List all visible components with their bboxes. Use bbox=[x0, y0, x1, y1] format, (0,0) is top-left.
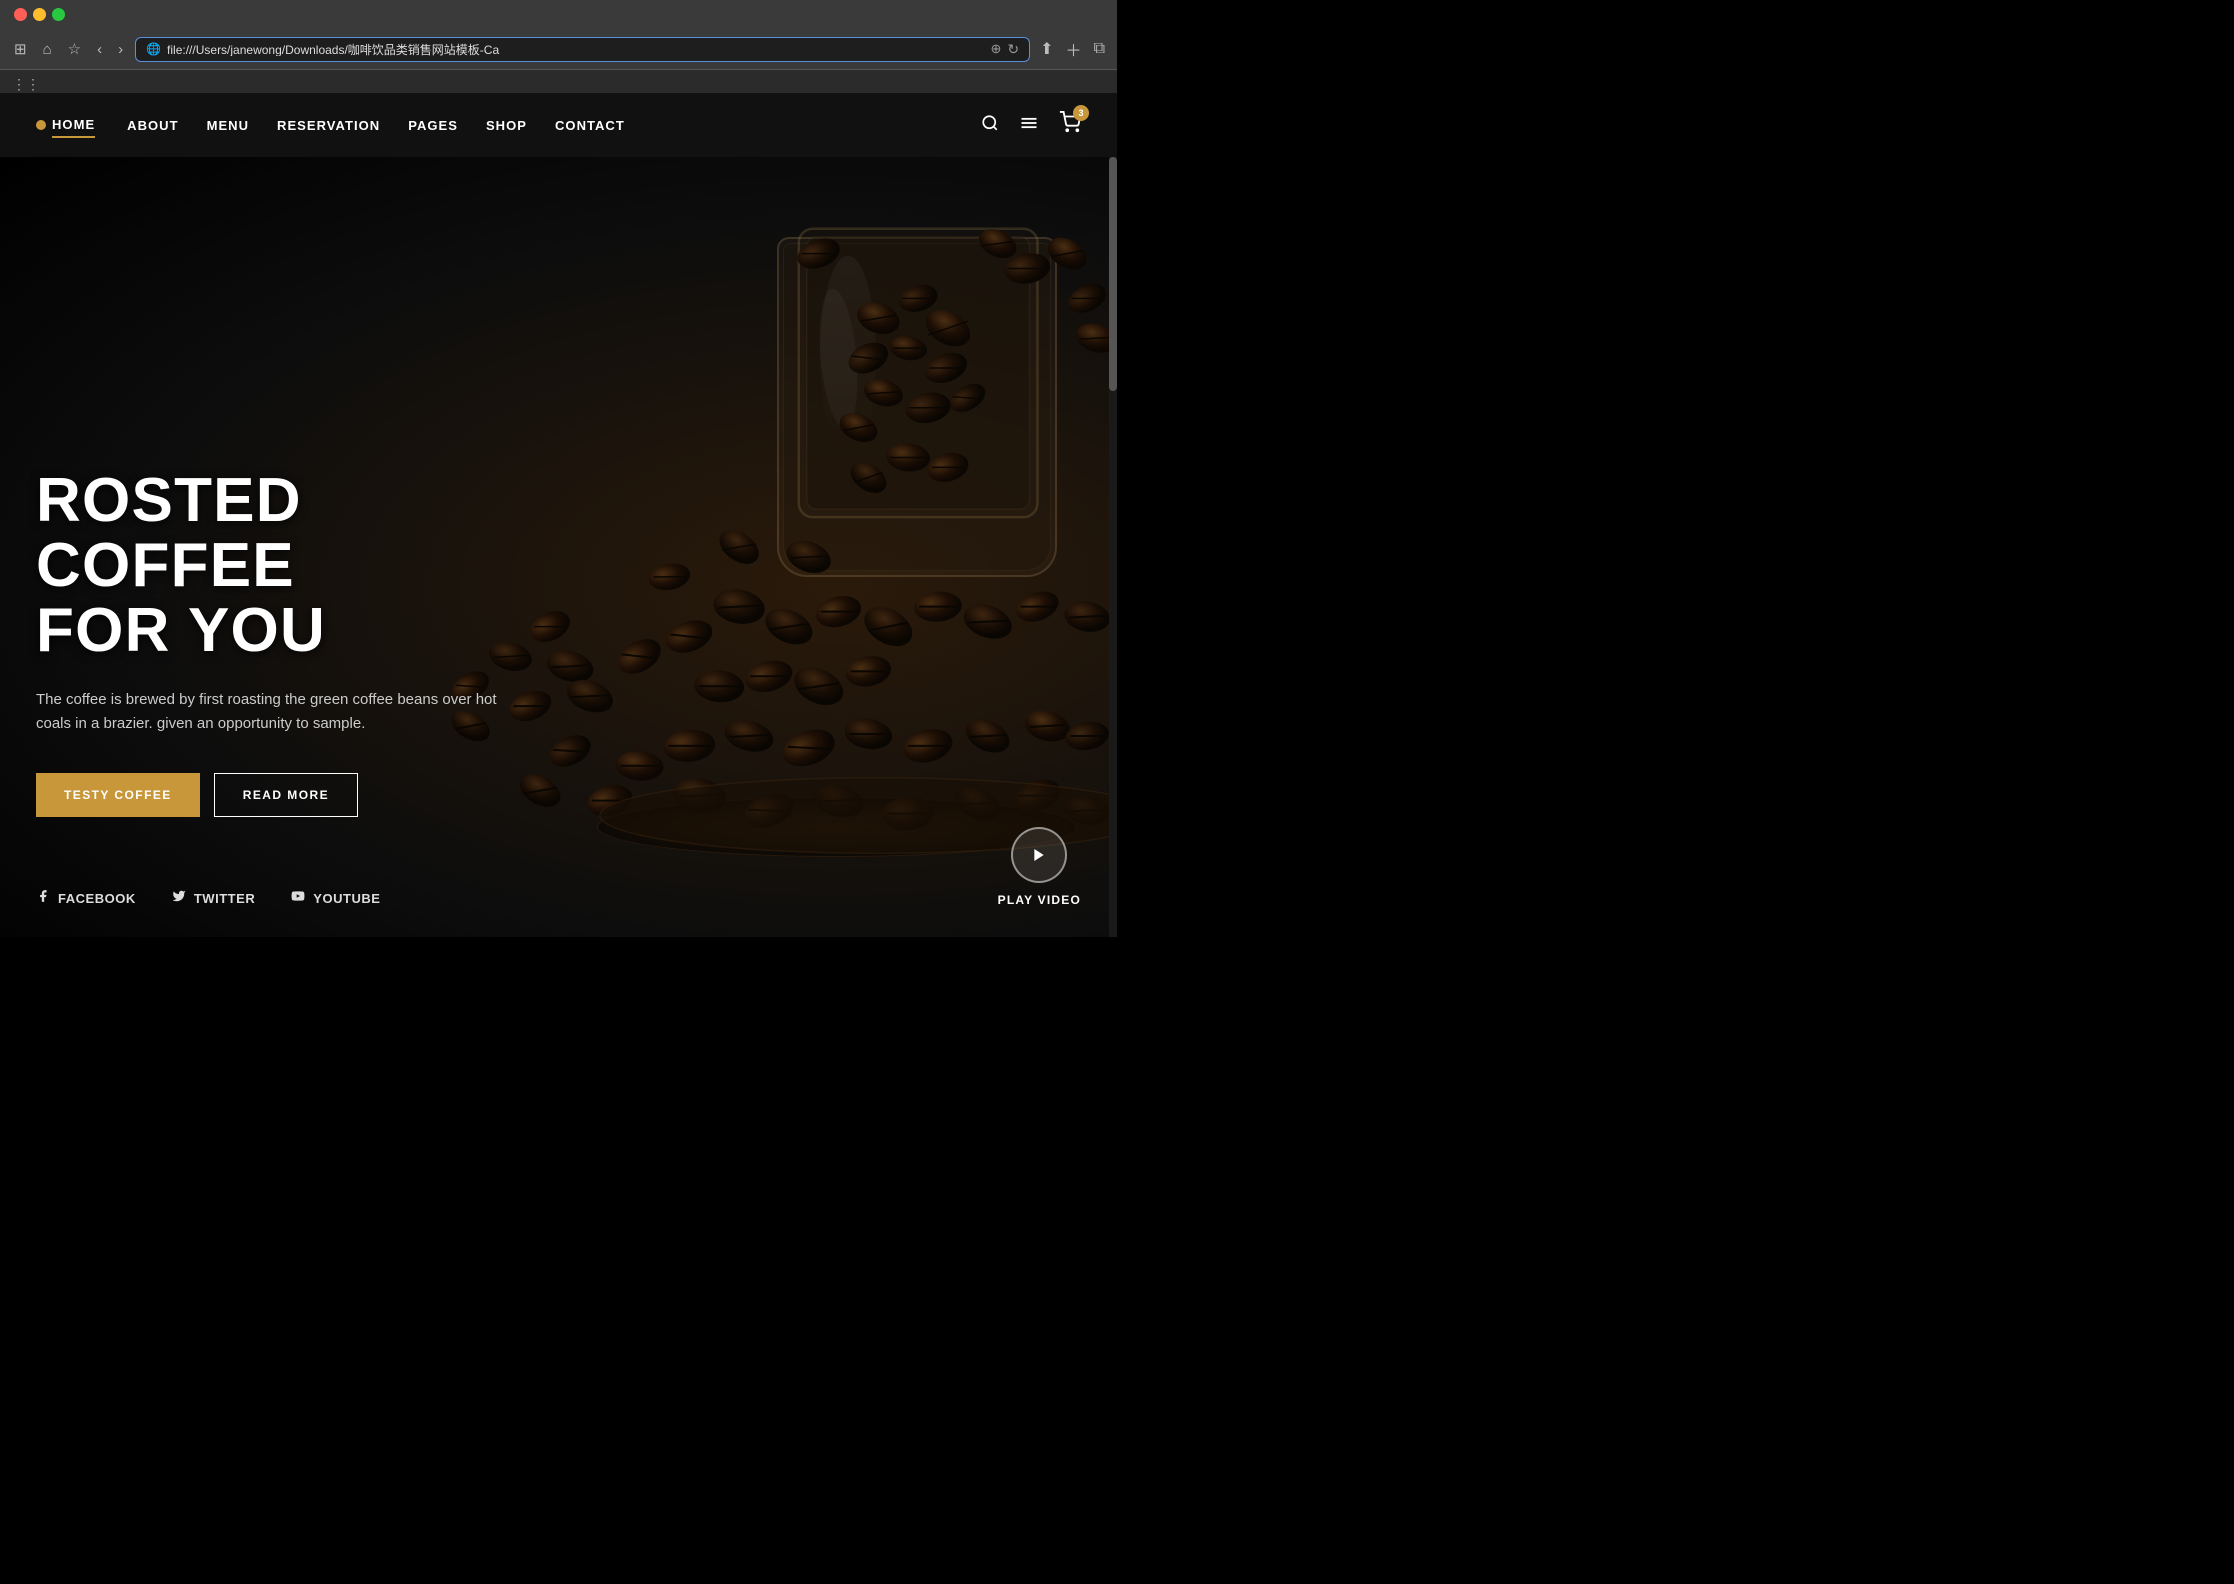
address-bar-wrap[interactable]: 🌐 ⊕ ↻ bbox=[135, 37, 1030, 62]
back-button[interactable]: ‹ bbox=[93, 40, 106, 59]
nav-link-about[interactable]: ABOUT bbox=[127, 114, 178, 137]
menu-button[interactable] bbox=[1019, 113, 1039, 138]
hero-title: ROSTED COFFEE FOR YOU bbox=[36, 468, 544, 663]
reload-button[interactable]: ↻ bbox=[1007, 41, 1019, 58]
cart-badge: 3 bbox=[1073, 105, 1089, 121]
site-nav: HOME ABOUT MENU RESERVATION PAGES SHOP C… bbox=[0, 93, 1117, 157]
scrollbar-thumb[interactable] bbox=[1109, 157, 1117, 391]
play-label: PLAY VIDEO bbox=[998, 893, 1081, 907]
search-button[interactable] bbox=[981, 114, 999, 137]
logo-dot-icon bbox=[36, 120, 46, 130]
home-button[interactable]: ⌂ bbox=[39, 40, 56, 59]
minimize-button[interactable] bbox=[33, 8, 46, 21]
translate-icon[interactable]: ⊕ bbox=[991, 41, 1002, 57]
cart-button[interactable]: 3 bbox=[1059, 111, 1081, 139]
scrollbar[interactable] bbox=[1109, 157, 1117, 937]
browser-toolbar: ⊞ ⌂ ☆ ‹ › 🌐 ⊕ ↻ ⬆ ＋ ⧉ bbox=[0, 29, 1117, 70]
close-button[interactable] bbox=[14, 8, 27, 21]
maximize-button[interactable] bbox=[52, 8, 65, 21]
browser-titlebar bbox=[0, 0, 1117, 29]
play-video-button[interactable]: PLAY VIDEO bbox=[998, 827, 1081, 907]
share-button[interactable]: ⬆ bbox=[1038, 37, 1055, 61]
youtube-icon bbox=[291, 889, 305, 907]
twitter-icon bbox=[172, 889, 186, 907]
nav-logo[interactable]: HOME bbox=[36, 113, 95, 138]
nav-links: ABOUT MENU RESERVATION PAGES SHOP CONTAC… bbox=[127, 114, 981, 137]
read-more-button[interactable]: READ MORE bbox=[214, 773, 358, 817]
globe-icon: 🌐 bbox=[146, 42, 161, 56]
hero-section: ROSTED COFFEE FOR YOU The coffee is brew… bbox=[0, 157, 1117, 937]
facebook-link[interactable]: FACEBOOK bbox=[36, 889, 136, 907]
twitter-link[interactable]: TWITTER bbox=[172, 889, 255, 907]
play-icon bbox=[1031, 847, 1047, 863]
address-input[interactable] bbox=[167, 42, 984, 56]
nav-link-home[interactable]: HOME bbox=[52, 113, 95, 138]
nav-right: 3 bbox=[981, 111, 1081, 139]
toolbar-right: ⬆ ＋ ⧉ bbox=[1038, 35, 1107, 63]
hero-buttons: TESTY COFFEE READ MORE bbox=[36, 773, 544, 817]
facebook-icon bbox=[36, 889, 50, 907]
traffic-lights bbox=[14, 8, 65, 21]
browser-chrome: ⊞ ⌂ ☆ ‹ › 🌐 ⊕ ↻ ⬆ ＋ ⧉ ⋮⋮ bbox=[0, 0, 1117, 93]
hero-description: The coffee is brewed by first roasting t… bbox=[36, 688, 516, 738]
nav-link-pages[interactable]: PAGES bbox=[408, 114, 458, 137]
grid-dots-icon: ⋮⋮ bbox=[12, 76, 40, 93]
hero-social: FACEBOOK TWITTER YOUTUBE bbox=[36, 889, 380, 907]
youtube-link[interactable]: YOUTUBE bbox=[291, 889, 380, 907]
browser-tab-bar: ⋮⋮ bbox=[0, 70, 1117, 93]
hero-content: ROSTED COFFEE FOR YOU The coffee is brew… bbox=[0, 468, 580, 817]
new-tab-button[interactable]: ＋ bbox=[1064, 35, 1084, 63]
nav-link-contact[interactable]: CONTACT bbox=[555, 114, 625, 137]
testy-coffee-button[interactable]: TESTY COFFEE bbox=[36, 773, 200, 817]
search-icon bbox=[981, 114, 999, 132]
site-wrapper: HOME ABOUT MENU RESERVATION PAGES SHOP C… bbox=[0, 93, 1117, 937]
bookmark-button[interactable]: ☆ bbox=[64, 40, 85, 59]
copy-button[interactable]: ⧉ bbox=[1092, 38, 1107, 60]
sidebar-toggle-button[interactable]: ⊞ bbox=[10, 40, 31, 59]
forward-button[interactable]: › bbox=[114, 40, 127, 59]
nav-link-reservation[interactable]: RESERVATION bbox=[277, 114, 380, 137]
play-circle bbox=[1011, 827, 1067, 883]
hamburger-icon bbox=[1019, 113, 1039, 133]
nav-link-shop[interactable]: SHOP bbox=[486, 114, 527, 137]
nav-link-menu[interactable]: MENU bbox=[207, 114, 249, 137]
